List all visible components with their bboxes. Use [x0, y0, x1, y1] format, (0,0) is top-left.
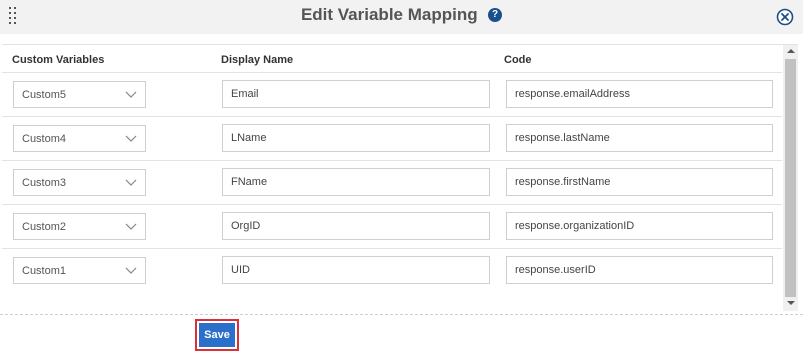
custom-variable-select[interactable]: Custom3 — [13, 169, 146, 196]
display-name-input[interactable]: LName — [222, 124, 490, 152]
custom-variable-value: Custom4 — [22, 133, 67, 145]
column-header-display-name: Display Name — [221, 54, 294, 66]
close-icon[interactable] — [776, 8, 794, 26]
custom-variable-select[interactable]: Custom4 — [13, 125, 146, 152]
table-row: Custom1 UID response.userID — [2, 248, 782, 293]
column-header-custom-variables: Custom Variables — [12, 54, 105, 66]
footer-divider — [0, 314, 803, 315]
code-input[interactable]: response.userID — [506, 256, 773, 284]
display-name-input[interactable]: FName — [222, 168, 490, 196]
code-input[interactable]: response.firstName — [506, 168, 773, 196]
save-button-highlight: Save — [195, 319, 239, 351]
custom-variable-select[interactable]: Custom1 — [13, 257, 146, 284]
display-name-input[interactable]: UID — [222, 256, 490, 284]
custom-variable-select[interactable]: Custom2 — [13, 213, 146, 240]
display-name-input[interactable]: OrgID — [222, 212, 490, 240]
dialog-title: Edit Variable Mapping — [300, 5, 478, 24]
custom-variable-value: Custom5 — [22, 89, 67, 101]
title-wrap: Edit Variable Mapping ? — [0, 5, 803, 25]
custom-variable-value: Custom1 — [22, 265, 67, 277]
table-row: Custom3 FName response.firstName — [2, 160, 782, 205]
dialog-header: Edit Variable Mapping ? — [0, 0, 803, 34]
mapping-table: Custom Variables Display Name Code Custo… — [2, 44, 798, 311]
chevron-down-icon — [125, 135, 137, 142]
custom-variable-value: Custom2 — [22, 221, 67, 233]
code-input[interactable]: response.emailAddress — [506, 80, 773, 108]
chevron-down-icon — [125, 91, 137, 98]
custom-variable-value: Custom3 — [22, 177, 67, 189]
scroll-up-arrow-icon[interactable] — [787, 49, 795, 53]
chevron-down-icon — [125, 223, 137, 230]
vertical-scrollbar[interactable] — [783, 45, 798, 311]
code-input[interactable]: response.organizationID — [506, 212, 773, 240]
chevron-down-icon — [125, 267, 137, 274]
chevron-down-icon — [125, 179, 137, 186]
scroll-down-arrow-icon[interactable] — [787, 301, 795, 305]
help-icon[interactable]: ? — [488, 8, 503, 22]
code-input[interactable]: response.lastName — [506, 124, 773, 152]
column-header-code: Code — [504, 54, 532, 66]
save-button[interactable]: Save — [199, 323, 235, 347]
display-name-input[interactable]: Email — [222, 80, 490, 108]
custom-variable-select[interactable]: Custom5 — [13, 81, 146, 108]
table-row: Custom5 Email response.emailAddress — [2, 72, 782, 117]
table-row: Custom4 LName response.lastName — [2, 116, 782, 161]
scroll-thumb[interactable] — [785, 59, 796, 297]
table-row: Custom2 OrgID response.organizationID — [2, 204, 782, 249]
